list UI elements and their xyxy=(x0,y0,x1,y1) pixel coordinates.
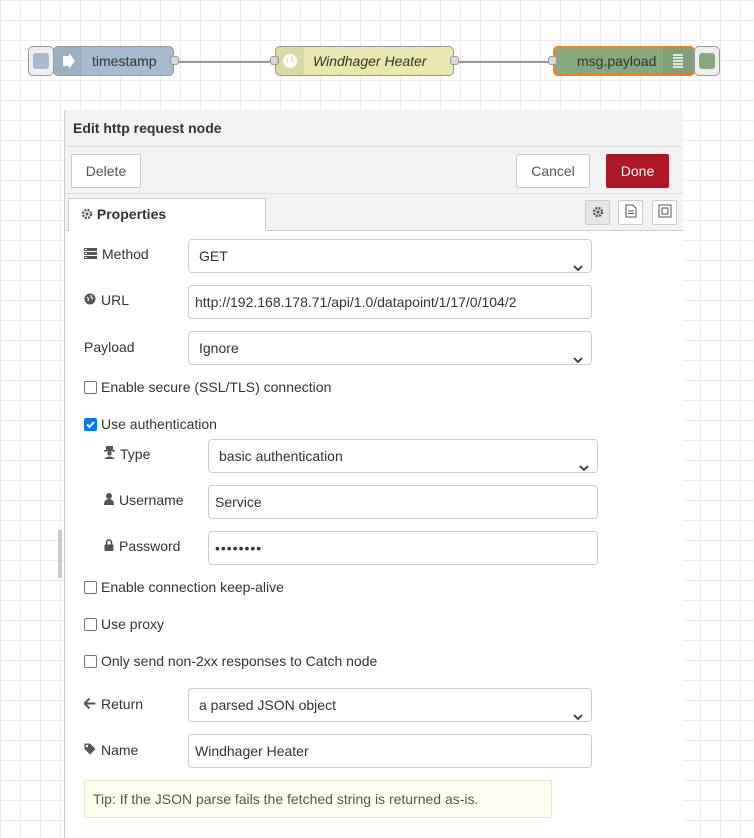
url-input[interactable]: http://192.168.178.71/api/1.0/datapoint/… xyxy=(188,285,592,319)
edit-tray: Edit http request node Delete Cancel Don… xyxy=(64,110,683,838)
name-label: Name xyxy=(84,742,138,758)
gear-icon xyxy=(592,205,604,221)
payload-select[interactable]: Ignore xyxy=(188,331,592,365)
tab-settings-button[interactable] xyxy=(585,200,610,225)
window-maximize-icon xyxy=(658,204,672,221)
non2xx-checkbox[interactable] xyxy=(84,654,97,668)
json-parse-tip: Tip: If the JSON parse fails the fetched… xyxy=(84,780,552,818)
tray-title: Edit http request node xyxy=(65,110,683,147)
non2xx-checkbox-row[interactable]: Only send non-2xx responses to Catch nod… xyxy=(84,653,377,669)
debug-input-port[interactable] xyxy=(548,56,557,65)
chevron-down-icon xyxy=(579,451,589,483)
arrow-left-icon xyxy=(83,696,96,712)
payload-value: Ignore xyxy=(199,340,239,356)
gear-icon xyxy=(81,200,93,230)
done-button[interactable]: Done xyxy=(606,154,669,188)
chevron-down-icon xyxy=(573,700,583,732)
keepalive-checkbox-label: Enable connection keep-alive xyxy=(101,579,284,595)
inject-trigger-button[interactable] xyxy=(28,46,54,76)
http-node-label: Windhager Heater xyxy=(313,53,427,69)
name-value: Windhager Heater xyxy=(195,743,309,759)
wire-http-to-debug[interactable] xyxy=(458,61,553,63)
lock-icon xyxy=(104,538,114,554)
return-value: a parsed JSON object xyxy=(199,697,336,713)
chevron-down-icon xyxy=(573,343,583,375)
username-value: Service xyxy=(215,494,262,510)
tab-properties-label: Properties xyxy=(96,206,167,222)
non2xx-checkbox-label: Only send non-2xx responses to Catch nod… xyxy=(101,653,378,669)
return-select[interactable]: a parsed JSON object xyxy=(188,688,592,722)
auth-type-label: Type xyxy=(104,446,150,462)
ssl-checkbox[interactable] xyxy=(84,380,97,394)
method-select[interactable]: GET xyxy=(188,239,592,273)
globe-icon xyxy=(276,47,304,75)
tray-resize-handle[interactable] xyxy=(58,530,62,578)
method-value: GET xyxy=(199,248,228,264)
debug-node-label: msg.payload xyxy=(577,53,657,69)
auth-type-select[interactable]: basic authentication xyxy=(208,439,598,473)
inject-node[interactable]: timestamp xyxy=(53,46,179,76)
keepalive-checkbox-row[interactable]: Enable connection keep-alive xyxy=(84,579,284,595)
proxy-checkbox-label: Use proxy xyxy=(101,616,165,632)
username-label: Username xyxy=(104,492,184,508)
cancel-button[interactable]: Cancel xyxy=(516,154,590,188)
username-input[interactable]: Service xyxy=(208,485,598,519)
method-label: Method xyxy=(84,246,149,262)
tab-appearance-button[interactable] xyxy=(652,200,677,225)
auth-checkbox-label: Use authentication xyxy=(101,416,217,432)
password-input[interactable]: •••••••• xyxy=(208,531,598,565)
http-request-node[interactable]: Windhager Heater xyxy=(270,46,459,76)
user-secret-icon xyxy=(104,446,115,462)
delete-button[interactable]: Delete xyxy=(71,154,141,188)
ssl-checkbox-label: Enable secure (SSL/TLS) connection xyxy=(101,379,332,395)
proxy-checkbox-row[interactable]: Use proxy xyxy=(84,616,164,632)
name-input[interactable]: Windhager Heater xyxy=(188,734,592,768)
debug-node[interactable]: msg.payload xyxy=(548,46,695,76)
wire-inject-to-http[interactable] xyxy=(178,61,273,63)
ssl-checkbox-row[interactable]: Enable secure (SSL/TLS) connection xyxy=(84,379,331,395)
url-value: http://192.168.178.71/api/1.0/datapoint/… xyxy=(195,294,517,310)
return-label: Return xyxy=(83,696,143,712)
password-value: •••••••• xyxy=(215,540,263,556)
payload-label: Payload xyxy=(84,339,135,355)
tab-description-button[interactable] xyxy=(618,200,643,225)
inject-output-port[interactable] xyxy=(170,56,179,65)
debug-list-icon xyxy=(663,47,693,75)
auth-type-value: basic authentication xyxy=(219,448,343,464)
tab-properties[interactable]: Properties xyxy=(68,198,266,231)
auth-checkbox-row[interactable]: Use authentication xyxy=(84,416,217,432)
tray-tabs: Properties xyxy=(65,194,683,231)
globe-icon xyxy=(84,292,96,308)
tag-icon xyxy=(84,742,96,758)
debug-toggle-button[interactable] xyxy=(694,46,720,76)
file-text-icon xyxy=(625,204,637,221)
tray-toolbar: Delete Cancel Done xyxy=(65,147,683,194)
user-icon xyxy=(104,492,114,508)
password-label: Password xyxy=(104,538,180,554)
chevron-down-icon xyxy=(573,251,583,283)
http-output-port[interactable] xyxy=(450,56,459,65)
inject-node-label: timestamp xyxy=(92,53,157,69)
proxy-checkbox[interactable] xyxy=(84,617,97,631)
auth-checkbox[interactable] xyxy=(84,417,97,431)
keepalive-checkbox[interactable] xyxy=(84,580,97,594)
url-label: URL xyxy=(84,292,129,308)
inject-arrow-icon xyxy=(54,47,82,75)
list-icon xyxy=(84,246,97,262)
